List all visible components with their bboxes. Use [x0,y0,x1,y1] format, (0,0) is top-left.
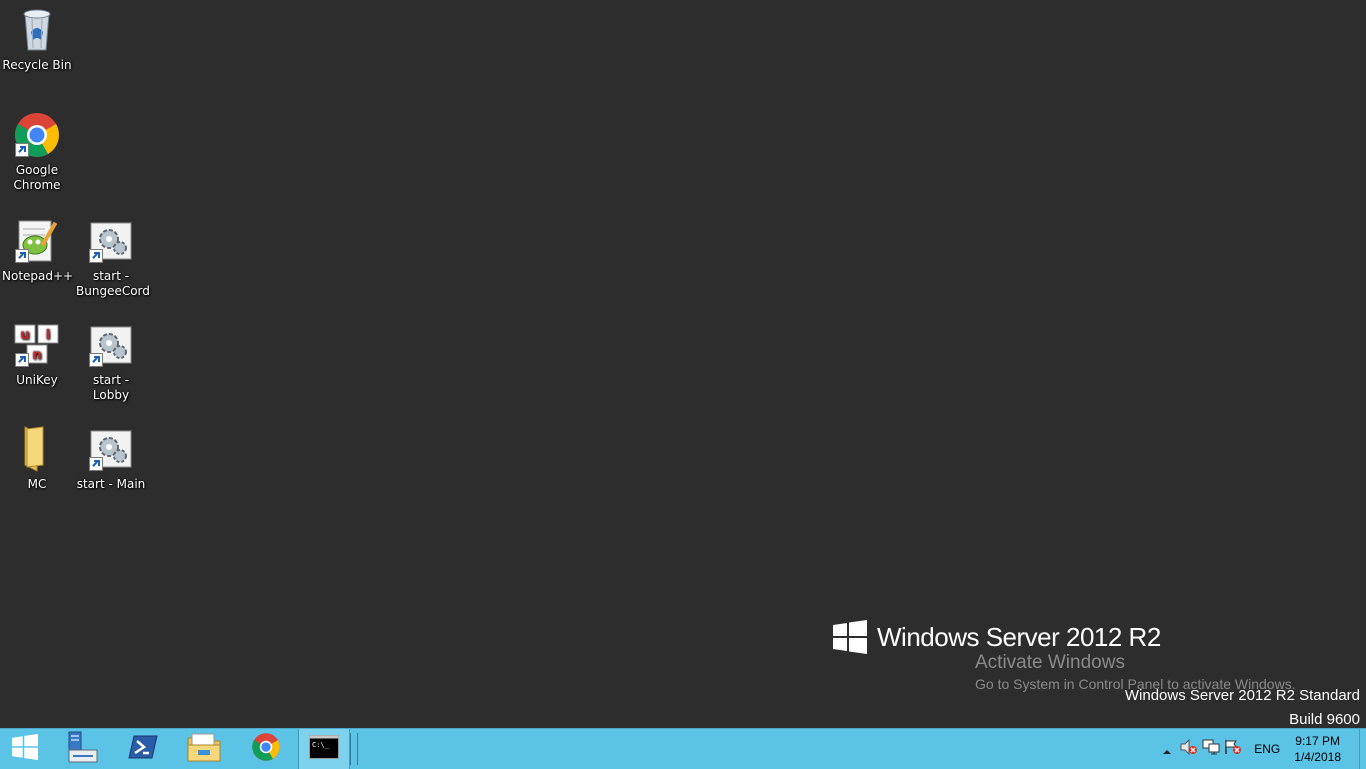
edition-info: Windows Server 2012 R2 Standard Build 96… [1125,684,1360,732]
svg-text:n: n [32,348,41,363]
windows-logo-icon [833,620,867,654]
desktop-icon-label: Recycle Bin [2,58,72,72]
system-tray[interactable]: ENG 9:17 PM 1/4/2018 [1156,729,1366,769]
svg-text:C:\_: C:\_ [312,741,330,749]
action-center-flag-icon [1224,739,1242,759]
desktop-icon-label: start - Lobby [92,373,130,402]
file-explorer-icon [187,732,221,766]
taskbar-divider [350,733,358,765]
powershell-icon [128,734,158,764]
batch-file-icon [87,425,135,473]
svg-text:u: u [20,328,29,343]
notepad-plus-plus-icon [13,217,61,265]
taskbar-server-manager[interactable] [52,729,112,769]
input-language[interactable]: ENG [1254,742,1280,756]
taskbar-chrome[interactable] [236,729,296,769]
desktop-icon-notepad-plus-plus[interactable]: Notepad++ [2,217,74,284]
desktop-icon-start-main[interactable]: start - Main [76,425,146,492]
windows-logo-icon [12,734,38,764]
show-hidden-icons-button[interactable] [1156,729,1178,769]
folder-icon [13,425,61,473]
desktop-icon-start-lobby[interactable]: start - Lobby [76,321,146,403]
desktop-icon-label: Notepad++ [2,269,74,283]
desktop-icon-mc-folder[interactable]: MC [2,425,72,492]
chrome-icon [13,111,61,159]
product-name: Windows Server 2012 R2 [877,621,1161,652]
desktop-icon-google-chrome[interactable]: Google Chrome [2,111,72,193]
taskbar[interactable]: C:\_ ENG 9:17 PM 1/4/2018 [0,728,1366,769]
svg-text:i: i [46,328,50,343]
desktop-icon-label: UniKey [16,373,58,387]
show-desktop-button[interactable] [1359,729,1366,769]
network-icon [1202,739,1220,759]
tray-network[interactable] [1200,729,1222,769]
command-prompt-icon: C:\_ [309,735,339,763]
shortcut-arrow-icon [15,143,29,157]
activate-title: Activate Windows [975,652,1125,673]
shortcut-arrow-icon [15,249,29,263]
clock-time: 9:17 PM [1295,734,1340,748]
chrome-icon [251,732,281,766]
shortcut-arrow-icon [89,249,103,263]
desktop-icon-label: MC [27,477,47,491]
shortcut-arrow-icon [89,457,103,471]
taskbar-file-explorer[interactable] [174,729,234,769]
tray-volume[interactable] [1178,729,1200,769]
shortcut-arrow-icon [89,353,103,367]
desktop-icon-label: Google Chrome [13,163,61,192]
tray-action-center[interactable] [1222,729,1244,769]
desktop-icon-unikey[interactable]: u i n UniKey [2,321,72,388]
clock-date: 1/4/2018 [1294,750,1341,764]
volume-muted-icon [1180,738,1198,759]
chevron-up-icon [1162,740,1172,759]
windows-server-branding: Windows Server 2012 R2 [833,620,1161,654]
taskbar-command-prompt[interactable]: C:\_ [298,729,350,769]
unikey-icon: u i n [13,321,61,369]
server-manager-icon [65,730,99,768]
batch-file-icon [87,217,135,265]
recycle-bin-icon [13,6,61,54]
taskbar-powershell[interactable] [113,729,173,769]
desktop[interactable]: Recycle Bin Google Chrome Notepad++ star… [0,0,1366,728]
batch-file-icon [87,321,135,369]
desktop-icon-label: start - BungeeCord [76,269,150,298]
shortcut-arrow-icon [15,353,29,367]
desktop-icon-label: start - Main [76,477,146,491]
edition-name: Windows Server 2012 R2 Standard [1124,687,1360,704]
desktop-icon-recycle-bin[interactable]: Recycle Bin [2,6,72,73]
tray-clock[interactable]: 9:17 PM 1/4/2018 [1294,733,1341,765]
desktop-icon-start-bungeecord[interactable]: start - BungeeCord [76,217,150,299]
start-button[interactable] [0,729,50,769]
